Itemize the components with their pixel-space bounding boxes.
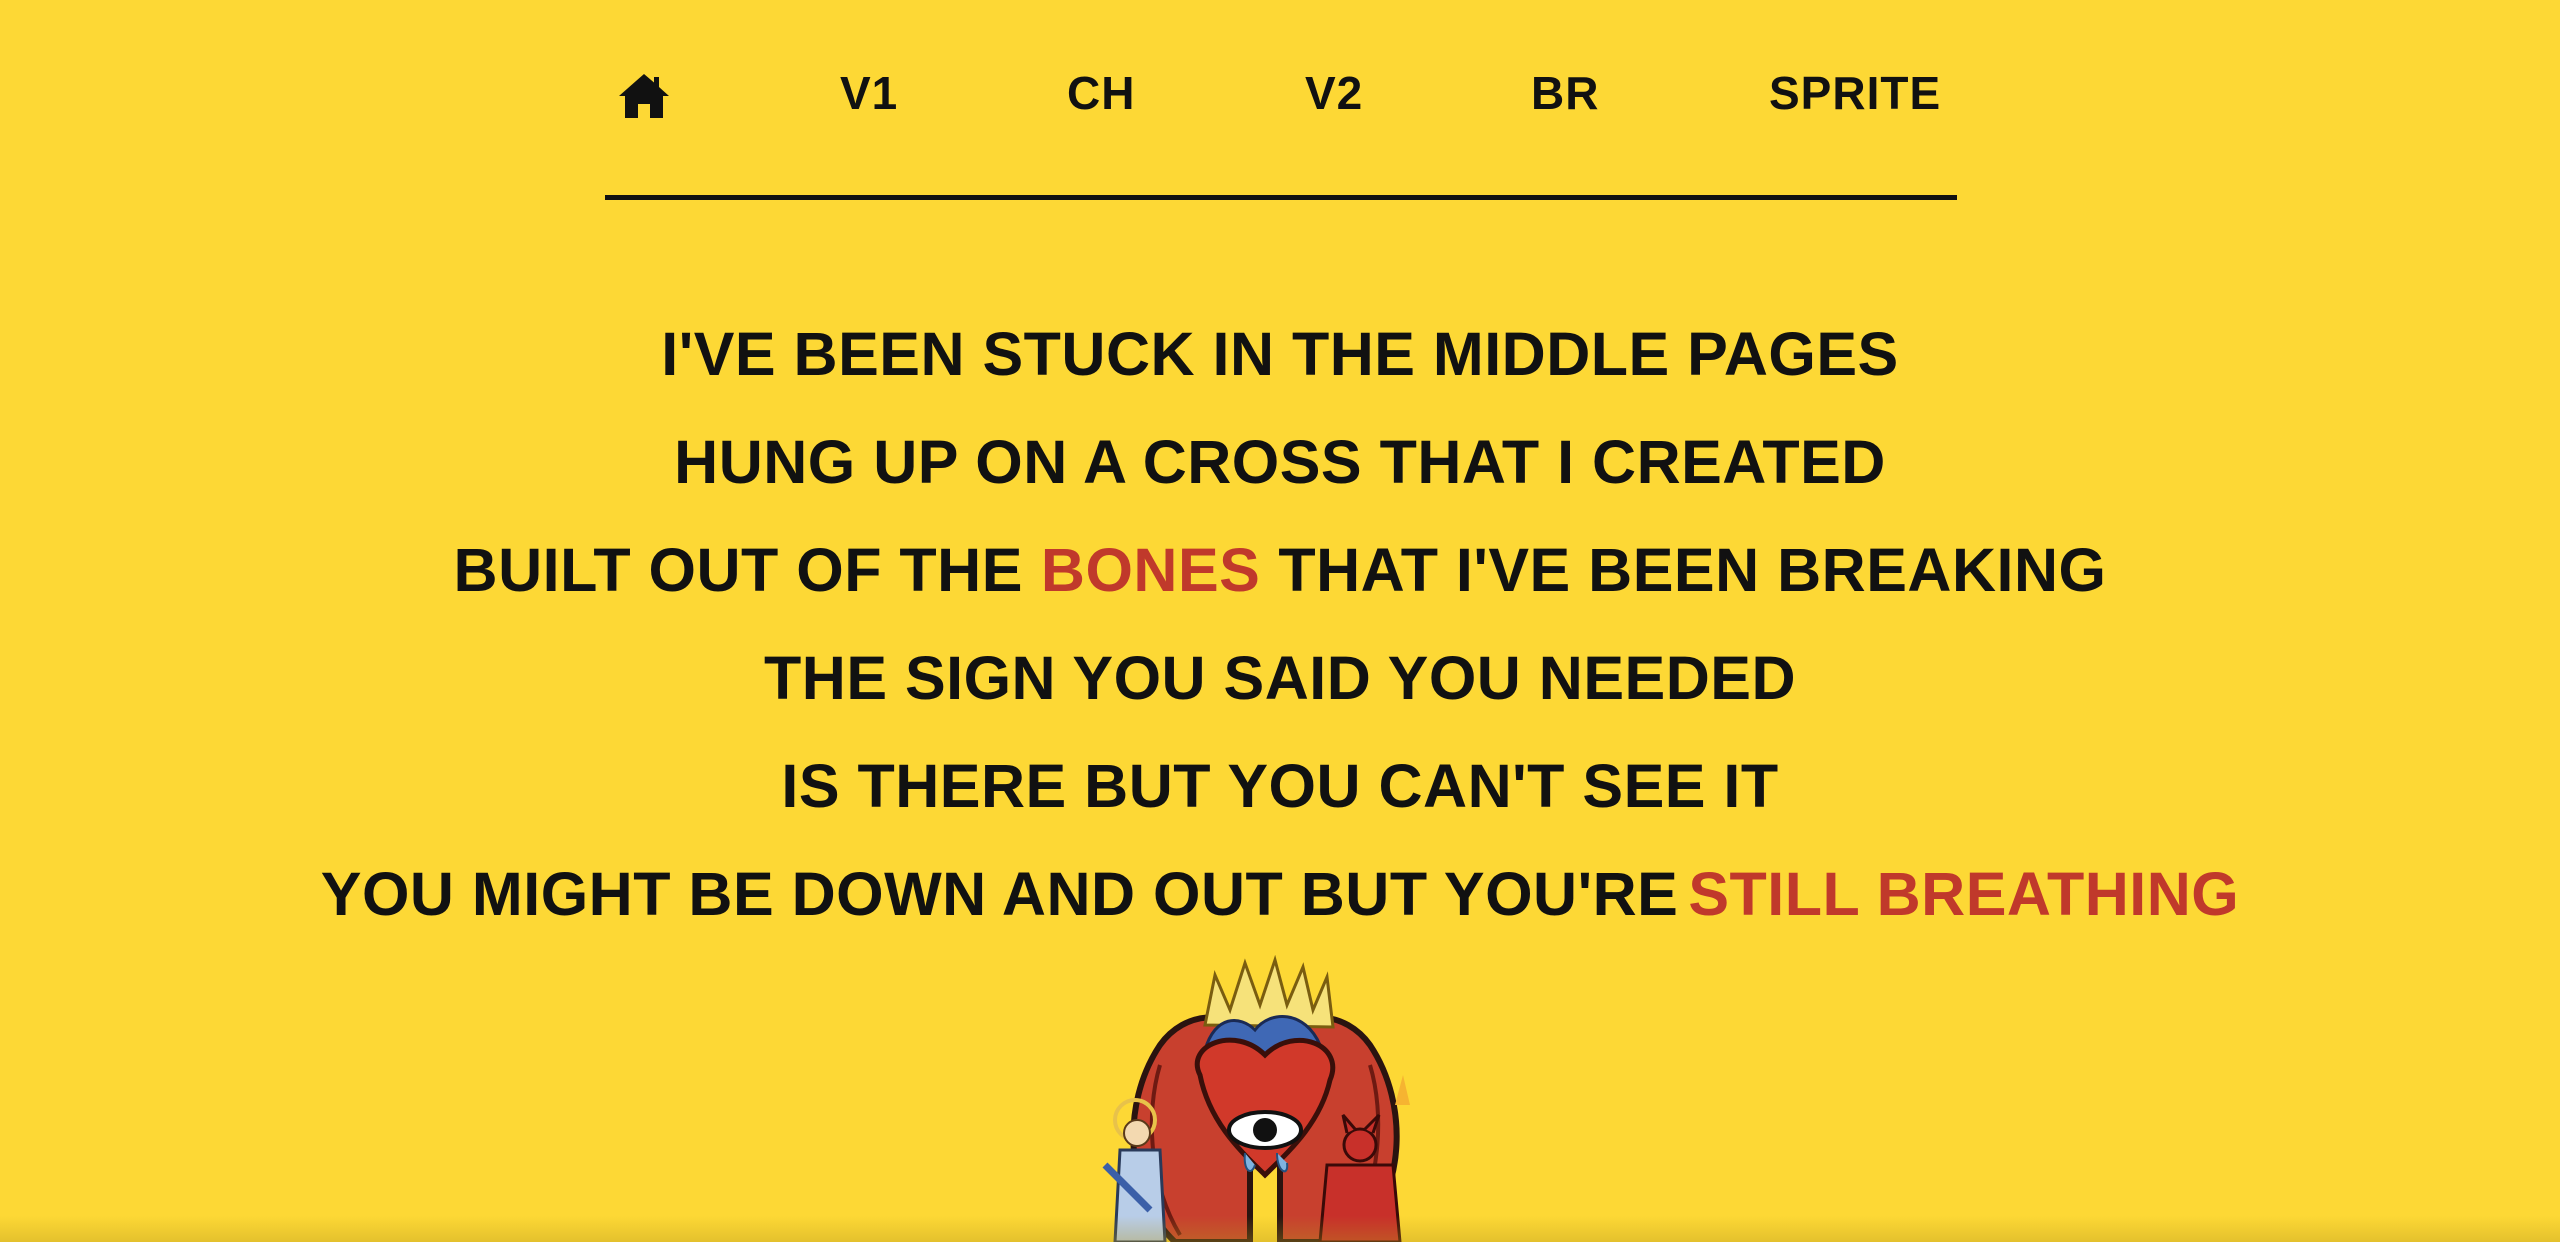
lyric-line-2: HUNG UP ON A CROSS THAT I CREATED [674,428,1886,496]
lyric-line-5: IS THERE BUT YOU CAN'T SEE IT [781,752,1779,820]
nav-br-link[interactable]: BR [1531,70,1599,116]
bottom-fade [0,1216,2560,1242]
lyrics-block: I'VE BEEN STUCK IN THE MIDDLE PAGES HUNG… [0,318,2560,966]
lyric-line-4: THE SIGN YOU SAID YOU NEEDED [764,644,1796,712]
lyric-line-1: I'VE BEEN STUCK IN THE MIDDLE PAGES [661,320,1899,388]
nav-ch-link[interactable]: CH [1067,70,1135,116]
nav-v2-link[interactable]: V2 [1305,70,1363,116]
home-icon [619,74,669,118]
lyric-line-3-pre: BUILT OUT OF THE [453,536,1023,604]
nav-home-link[interactable] [617,72,671,120]
highlight-bones: BONES [1040,536,1261,604]
lyric-line-6: YOU MIGHT BE DOWN AND OUT BUT YOU'RE STIL… [0,858,2560,966]
lyric-line-3-post: THAT I'VE BEEN BREAKING [1278,536,2107,604]
highlight-still-breathing: STILL BREATHING [1688,860,2240,928]
lyric-line-6-pre: YOU MIGHT BE DOWN AND OUT BUT YOU'RE [320,860,1679,928]
lyric-line-3: BUILT OUT OF THE BONES THAT I'VE BEEN BREA… [0,534,2560,642]
top-nav: V1 CH V2 BR SPRITE [605,60,1957,200]
album-art-illustration [1102,955,1410,1242]
nav-v1-link[interactable]: V1 [840,70,898,116]
nav-sprite-link[interactable]: SPRITE [1769,70,1941,116]
